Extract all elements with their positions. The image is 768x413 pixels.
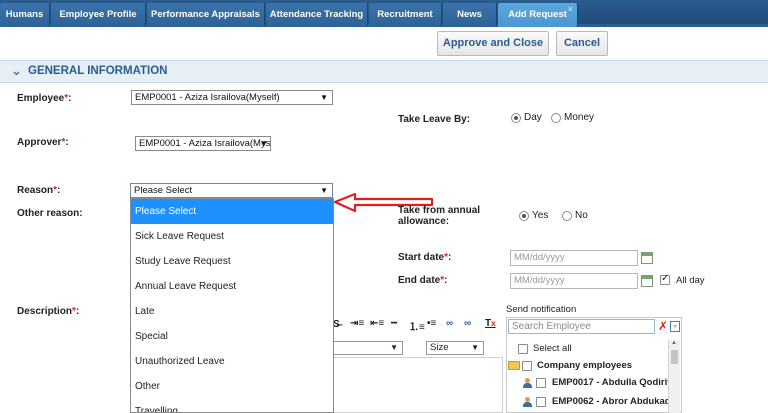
user-icon: [522, 378, 532, 388]
approver-select[interactable]: EMP0001 - Aziza Israilova(Mys ▼: [135, 136, 271, 151]
chevron-down-icon: ▼: [260, 139, 268, 148]
dropdown-option[interactable]: Other: [131, 374, 333, 399]
select-all-checkbox[interactable]: [518, 344, 528, 354]
chevron-down-icon: ▼: [471, 343, 479, 352]
approver-value: EMP0001 - Aziza Israilova(Mys: [139, 138, 271, 149]
scroll-up-icon[interactable]: ▲: [671, 340, 677, 346]
other-reason-label: Other reason:: [17, 208, 83, 219]
link-icon[interactable]: ∞: [446, 318, 453, 329]
strikethrough-icon[interactable]: S̶: [333, 319, 340, 330]
take-leave-by-label: Take Leave By:: [398, 114, 471, 125]
radio-day-label: Day: [524, 112, 542, 123]
description-label: Description*:: [17, 306, 80, 317]
format-select[interactable]: ▼: [333, 341, 403, 355]
group-label: Company employees: [537, 360, 633, 371]
clear-format-icon[interactable]: Tx: [485, 318, 496, 329]
close-icon[interactable]: ×: [568, 3, 573, 21]
unordered-list-icon[interactable]: •≡: [427, 318, 436, 329]
employee-item: EMP0017 - Abdulla Qodiriy: [552, 377, 673, 388]
dropdown-option[interactable]: Study Leave Request: [131, 249, 333, 274]
end-date-input[interactable]: MM/dd/yyyy: [510, 273, 638, 289]
indent-icon[interactable]: ⇥≡: [350, 318, 364, 329]
reason-label: Reason*:: [17, 185, 61, 196]
ordered-list-icon[interactable]: ⒈≡: [409, 318, 425, 333]
tab-label: Employee Profile: [59, 9, 137, 20]
tab-news[interactable]: News: [443, 3, 497, 27]
chevron-down-icon[interactable]: ⌄: [11, 63, 22, 79]
tab-employee-profile[interactable]: Employee Profile: [51, 3, 146, 27]
tab-label: News: [457, 9, 482, 20]
reason-dropdown-list: Please Select Sick Leave Request Study L…: [130, 198, 334, 413]
tab-recruitment[interactable]: Recruitment: [369, 3, 442, 27]
tab-add-request[interactable]: Add Request ×: [498, 3, 578, 27]
notification-scrollbar[interactable]: ▲: [668, 340, 680, 413]
dropdown-option[interactable]: Please Select: [131, 199, 333, 224]
section-header[interactable]: ⌄ GENERAL INFORMATION: [0, 60, 768, 83]
tab-label: Recruitment: [377, 9, 433, 20]
dropdown-option[interactable]: Travelling: [131, 399, 333, 412]
tab-performance-appraisals[interactable]: Performance Appraisals: [147, 3, 265, 27]
chevron-down-icon: ▼: [320, 186, 328, 195]
search-employee-input[interactable]: Search Employee: [508, 319, 655, 334]
send-notification-label: Send notification: [506, 304, 577, 315]
employee-value: EMP0001 - Aziza Israilova(Myself): [135, 92, 280, 103]
calendar-icon[interactable]: [641, 252, 653, 264]
dropdown-option[interactable]: Late: [131, 299, 333, 324]
start-date-input[interactable]: MM/dd/yyyy: [510, 250, 638, 266]
clear-search-icon[interactable]: ✗: [658, 319, 668, 333]
reason-value: Please Select: [134, 185, 193, 196]
section-title: GENERAL INFORMATION: [28, 65, 168, 77]
outdent-icon[interactable]: ⇤≡: [370, 318, 384, 329]
size-select-value: Size: [430, 342, 449, 353]
group-checkbox[interactable]: [522, 361, 532, 371]
tab-label: Add Request: [508, 9, 567, 20]
dropdown-option[interactable]: Annual Leave Request: [131, 274, 333, 299]
radio-no[interactable]: [562, 211, 572, 221]
tab-label: Performance Appraisals: [151, 9, 260, 20]
employee-checkbox[interactable]: [536, 378, 546, 388]
radio-money-label: Money: [564, 112, 595, 123]
horizontal-rule-icon[interactable]: ━: [391, 318, 397, 329]
tab-label: Humans: [5, 9, 44, 20]
end-date-label: End date*:: [398, 275, 448, 286]
employee-item: EMP0062 - Abror Abdukadir: [552, 396, 677, 407]
folder-icon: [508, 361, 520, 370]
radio-money[interactable]: [551, 113, 561, 123]
approve-and-close-button[interactable]: Approve and Close: [437, 31, 549, 56]
tab-humans[interactable]: Humans: [0, 3, 50, 27]
unlink-icon[interactable]: ∞: [464, 318, 471, 329]
scrollbar-thumb[interactable]: [671, 350, 678, 364]
select-all-label: Select all: [533, 343, 572, 354]
chevron-down-icon: ▼: [390, 343, 398, 352]
radio-yes-label: Yes: [532, 210, 549, 221]
employee-checkbox[interactable]: [536, 397, 546, 407]
dropdown-option[interactable]: Special: [131, 324, 333, 349]
cancel-button[interactable]: Cancel: [556, 31, 608, 56]
employee-label: Employee*:: [17, 93, 72, 104]
annual-allowance-label-line2: allowance:: [398, 216, 450, 227]
expand-icon[interactable]: »: [670, 321, 680, 332]
calendar-icon[interactable]: [641, 275, 653, 287]
all-day-label: All day: [676, 275, 705, 286]
tab-bar: Humans Employee Profile Performance Appr…: [0, 0, 768, 27]
annual-allowance-label-line1: Take from annual: [398, 205, 481, 216]
reason-select[interactable]: Please Select ▼: [130, 183, 333, 198]
radio-day[interactable]: [511, 113, 521, 123]
tab-attendance-tracking[interactable]: Attendance Tracking: [266, 3, 368, 27]
dropdown-option[interactable]: Sick Leave Request: [131, 224, 333, 249]
tab-label: Attendance Tracking: [269, 9, 364, 20]
chevron-down-icon: ▼: [320, 93, 328, 102]
dropdown-option[interactable]: Unauthorized Leave: [131, 349, 333, 374]
description-editor[interactable]: [333, 357, 503, 413]
radio-no-label: No: [575, 210, 588, 221]
radio-yes[interactable]: [519, 211, 529, 221]
all-day-checkbox[interactable]: [660, 273, 670, 285]
user-icon: [522, 397, 532, 407]
start-date-label: Start date*:: [398, 252, 452, 263]
employee-select[interactable]: EMP0001 - Aziza Israilova(Myself) ▼: [131, 90, 333, 105]
approver-label: Approver*:: [17, 137, 69, 148]
size-select[interactable]: Size ▼: [426, 341, 484, 355]
